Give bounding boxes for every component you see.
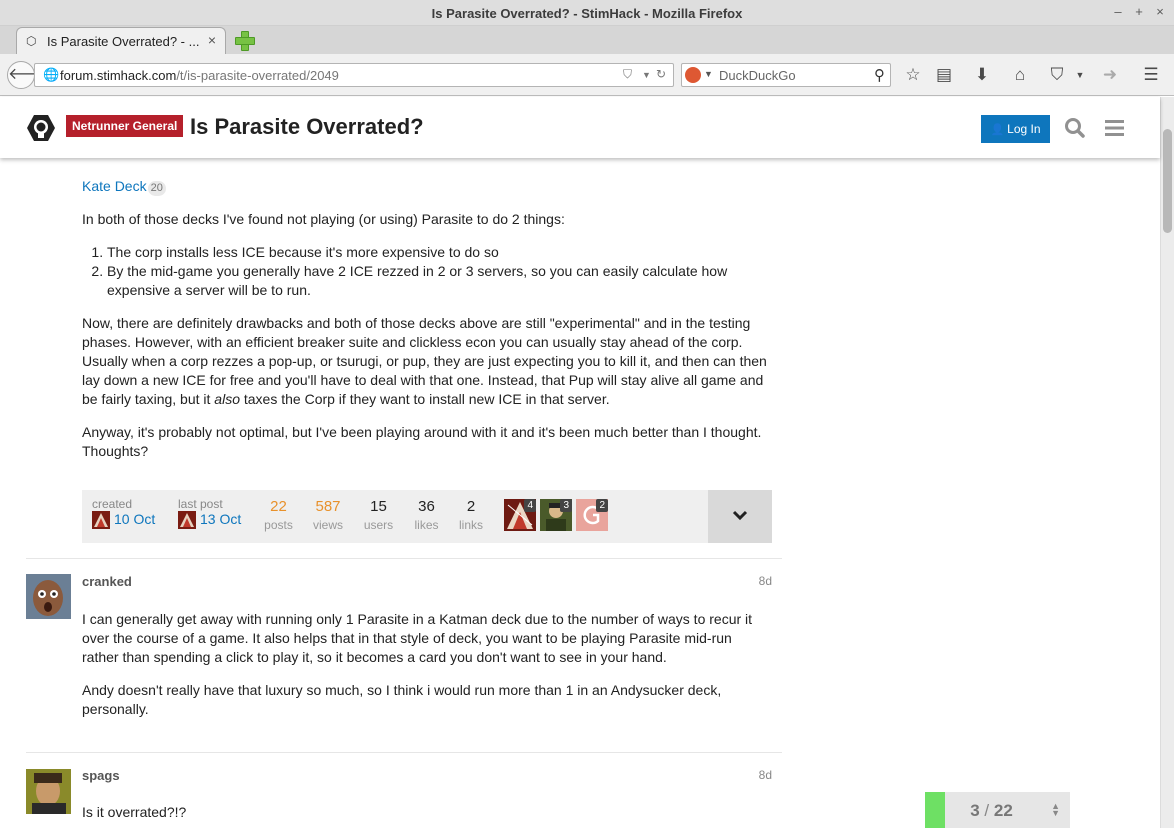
window-title: Is Parasite Overrated? - StimHack - Mozi… (431, 6, 743, 21)
new-tab-icon[interactable] (234, 30, 255, 51)
views-label: views (312, 518, 343, 532)
post-date[interactable]: 8d (740, 768, 772, 782)
views-count: 587 (315, 498, 341, 515)
pocket-toolbar-icon[interactable]: ⛉ (1045, 63, 1069, 87)
reading-list-icon[interactable]: ▤ (932, 63, 956, 87)
user-icon: 👤 (990, 124, 1005, 136)
likes-count: 36 (418, 498, 435, 515)
category-badge[interactable]: Netrunner General (66, 115, 184, 137)
posts-count: 22 (270, 498, 287, 515)
tab-title: Is Parasite Overrated? - ... (47, 34, 200, 49)
post-count-badge: 4 (524, 499, 536, 512)
post-list: The corp installs less ICE because it's … (82, 243, 772, 300)
stat-views: 587 views (310, 497, 346, 533)
participant-avatar[interactable]: 3 (540, 499, 572, 531)
post-count-badge: 3 (560, 499, 572, 512)
participant-avatar[interactable]: 4 (504, 499, 536, 531)
post-paragraph: Is it overrated?!? (82, 804, 187, 820)
likes-label: likes (414, 518, 439, 532)
posts-label: posts (264, 518, 293, 532)
url-text: forum.stimhack.com/t/is-parasite-overrat… (60, 68, 339, 83)
participant-avatar[interactable]: 2 (576, 499, 608, 531)
last-post-date[interactable]: 13 Oct (200, 511, 241, 527)
expand-topic-map-button[interactable] (708, 490, 772, 543)
stat-users: 15 users (362, 497, 395, 533)
created-date[interactable]: 10 Oct (114, 511, 155, 527)
stimhack-logo-icon[interactable] (26, 114, 56, 142)
links-count: 2 (466, 498, 476, 515)
page-scrollbar[interactable] (1160, 97, 1174, 828)
list-item: The corp installs less ICE because it's … (107, 243, 772, 262)
scrollbar-thumb[interactable] (1163, 129, 1172, 233)
users-label: users (363, 518, 394, 532)
post-paragraph: I can generally get away with running on… (82, 611, 753, 665)
post-divider (26, 558, 782, 559)
navigation-toolbar: 🡐 🌐 forum.stimhack.com/t/is-parasite-ove… (0, 54, 1174, 96)
post-paragraph: Now, there are definitely drawbacks and … (82, 315, 767, 407)
links-label: links (458, 518, 483, 532)
stat-links: 2 links (456, 497, 486, 533)
browser-tab[interactable]: ⬡ Is Parasite Overrated? - ... × (16, 27, 226, 54)
username[interactable]: cranked (82, 574, 132, 589)
bookmark-star-icon[interactable]: ☆ (901, 63, 925, 87)
post-paragraph: In both of those decks I've found not pl… (82, 211, 565, 227)
back-button[interactable]: 🡐 (7, 61, 51, 89)
post-date[interactable]: 8d (740, 574, 772, 588)
username[interactable]: spags (82, 768, 120, 783)
topic-stream: Kate Deck 20 In both of those decks I've … (0, 158, 1160, 828)
link-click-count: 20 (147, 181, 166, 196)
topic-progress[interactable]: 3 / 22 ▲ ▼ (925, 792, 1070, 828)
history-dropdown-icon[interactable]: ▼ (642, 70, 651, 80)
search-bar[interactable]: ▼ DuckDuckGo ⚲ (681, 63, 891, 87)
progress-text: 3 / 22 (970, 801, 1013, 820)
kate-deck-link[interactable]: Kate Deck (82, 178, 147, 194)
post-count-badge: 2 (596, 499, 608, 512)
forward-icon[interactable]: ➜ (1098, 63, 1122, 87)
post-divider (26, 752, 782, 753)
last-post-label: last post (178, 497, 223, 511)
created-label: created (92, 497, 133, 511)
tab-strip: ⬡ Is Parasite Overrated? - ... × (0, 26, 1174, 54)
minimize-icon[interactable]: – (1110, 4, 1126, 19)
duckduckgo-icon[interactable] (685, 67, 701, 83)
login-label: Log In (1007, 122, 1041, 136)
toolbar-dropdown-icon[interactable]: ▼ (1068, 63, 1092, 87)
topic-title[interactable]: Is Parasite Overrated? (190, 114, 424, 140)
menu-icon[interactable]: ☰ (1139, 63, 1163, 87)
url-bar[interactable]: 🌐 forum.stimhack.com/t/is-parasite-overr… (34, 63, 674, 87)
chevron-down-icon (732, 510, 748, 521)
sort-arrows-icon: ▲ ▼ (1051, 801, 1060, 818)
home-icon[interactable]: ⌂ (1008, 63, 1032, 87)
post-paragraph: Anyway, it's probably not optimal, but I… (82, 424, 762, 459)
maximize-icon[interactable]: + (1131, 4, 1147, 19)
login-button[interactable]: 👤 Log In (981, 115, 1050, 143)
pocket-icon[interactable]: ⛉ (623, 67, 632, 82)
reload-icon[interactable]: ↻ (656, 67, 666, 81)
avatar[interactable] (26, 769, 71, 814)
list-item: By the mid-game you generally have 2 ICE… (107, 262, 772, 300)
deck-link-line: Kate Deck 20 (82, 177, 772, 196)
globe-icon: 🌐 (43, 67, 60, 82)
last-poster-avatar[interactable] (178, 511, 196, 529)
topic-map: created 10 Oct last post 13 Oct 22 posts… (82, 490, 772, 543)
topic-last-post: last post 13 Oct (178, 497, 241, 529)
avatar[interactable] (26, 574, 71, 619)
close-window-icon[interactable]: × (1152, 4, 1168, 19)
stat-posts: 22 posts (262, 497, 295, 533)
window-titlebar: Is Parasite Overrated? - StimHack - Mozi… (0, 0, 1174, 26)
hamburger-menu-icon[interactable] (1102, 115, 1128, 141)
close-tab-icon[interactable]: × (208, 32, 216, 48)
post-paragraph: Andy doesn't really have that luxury so … (82, 682, 722, 717)
search-icon[interactable] (1062, 115, 1088, 141)
search-engine-dropdown-icon[interactable]: ▼ (704, 69, 713, 79)
page-favicon-icon: ⬡ (26, 34, 37, 48)
site-header: Netrunner General Is Parasite Overrated?… (0, 97, 1160, 158)
users-count: 15 (370, 498, 387, 515)
stat-likes: 36 likes (410, 497, 443, 533)
topic-created: created 10 Oct (92, 497, 155, 529)
downloads-icon[interactable]: ⬇ (970, 63, 994, 87)
search-placeholder: DuckDuckGo (719, 68, 796, 83)
search-icon[interactable]: ⚲ (874, 66, 885, 84)
creator-avatar[interactable] (92, 511, 110, 529)
